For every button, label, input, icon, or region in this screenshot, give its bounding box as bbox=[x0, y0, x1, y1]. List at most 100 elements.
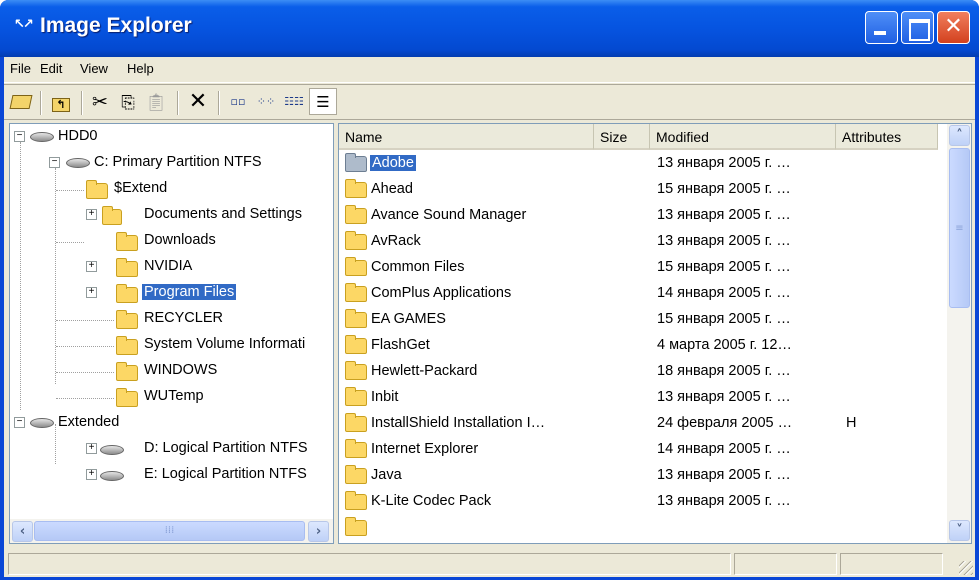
file-name: Hewlett-Packard bbox=[371, 363, 478, 379]
list-item[interactable]: InstallShield Installation I… 24 февраля … bbox=[339, 411, 948, 437]
collapse-icon[interactable]: − bbox=[14, 131, 25, 142]
expand-icon[interactable]: + bbox=[86, 287, 97, 298]
scroll-thumb[interactable]: ⁞⁞⁞ bbox=[34, 521, 305, 541]
list-item[interactable]: K-Lite Codec Pack 13 января 2005 г. … bbox=[339, 489, 948, 515]
tree-label: System Volume Informati bbox=[144, 336, 306, 352]
menu-help[interactable]: Help bbox=[127, 61, 154, 76]
folder-icon bbox=[345, 517, 367, 536]
tree-item-folder[interactable]: $Extend bbox=[14, 178, 334, 204]
tree-item-folder[interactable]: + Documents and Settings bbox=[14, 204, 334, 230]
menu-view[interactable]: View bbox=[80, 61, 108, 76]
file-modified: 13 января 2005 г. … bbox=[657, 233, 791, 249]
resize-grip[interactable] bbox=[959, 561, 973, 575]
status-panel bbox=[840, 553, 943, 575]
tree-item-folder[interactable]: + NVIDIA bbox=[14, 256, 334, 282]
list-item[interactable]: Avance Sound Manager 13 января 2005 г. … bbox=[339, 203, 948, 229]
menu-file[interactable]: File bbox=[10, 61, 31, 76]
tree-item-extended[interactable]: − Extended bbox=[14, 412, 334, 438]
menu-edit[interactable]: Edit bbox=[40, 61, 62, 76]
minimize-icon bbox=[866, 12, 897, 43]
open-folder-icon bbox=[9, 95, 33, 109]
tree-item-folder[interactable]: Downloads bbox=[14, 230, 334, 256]
file-name: EA GAMES bbox=[371, 311, 446, 327]
expand-icon[interactable]: + bbox=[86, 261, 97, 272]
list-vertical-scrollbar[interactable]: ˄ ≡ ˅ bbox=[947, 124, 971, 543]
open-button[interactable] bbox=[7, 88, 35, 115]
file-name: InstallShield Installation I… bbox=[371, 415, 546, 431]
up-folder-icon: ↰ bbox=[52, 98, 70, 112]
list-item[interactable]: Common Files 15 января 2005 г. … bbox=[339, 255, 948, 281]
list-item[interactable]: ComPlus Applications 14 января 2005 г. … bbox=[339, 281, 948, 307]
tree-horizontal-scrollbar[interactable]: ‹ ⁞⁞⁞ › bbox=[10, 519, 333, 543]
file-modified: 13 января 2005 г. … bbox=[657, 207, 791, 223]
scroll-up-button[interactable]: ˄ bbox=[949, 125, 970, 146]
file-modified: 18 января 2005 г. … bbox=[657, 363, 791, 379]
tree-item-hdd0[interactable]: − HDD0 bbox=[14, 126, 314, 152]
folder-tree[interactable]: − HDD0 − C: Primary Partition NTFS $Exte… bbox=[9, 123, 334, 544]
expand-icon[interactable]: + bbox=[86, 443, 97, 454]
delete-button[interactable]: ✕ bbox=[184, 88, 212, 115]
file-list[interactable]: Name Size Modified Attributes Adobe 13 ян… bbox=[338, 123, 972, 544]
file-name: Ahead bbox=[371, 181, 413, 197]
copy-button[interactable]: ⎘ bbox=[114, 88, 142, 115]
list-item[interactable]: FlashGet 4 марта 2005 г. 12… bbox=[339, 333, 948, 359]
tree-label: D: Logical Partition NTFS bbox=[144, 440, 308, 456]
scroll-down-button[interactable]: ˅ bbox=[949, 520, 970, 541]
collapse-icon[interactable]: − bbox=[49, 157, 60, 168]
close-button[interactable]: ✕ bbox=[937, 11, 970, 44]
column-header-size[interactable]: Size bbox=[594, 124, 650, 150]
tree-item-folder[interactable]: RECYCLER bbox=[14, 308, 334, 334]
large-icons-button[interactable]: ▫▫ bbox=[224, 88, 252, 115]
folder-icon bbox=[345, 309, 367, 328]
tree-label: HDD0 bbox=[58, 128, 98, 144]
window-title: Image Explorer bbox=[40, 14, 192, 37]
folder-icon bbox=[345, 179, 367, 198]
list-item-partial[interactable] bbox=[339, 515, 948, 541]
tree-label: Documents and Settings bbox=[144, 206, 302, 222]
tree-label: Extended bbox=[58, 414, 120, 430]
list-item[interactable]: Ahead 15 января 2005 г. … bbox=[339, 177, 948, 203]
list-item[interactable]: EA GAMES 15 января 2005 г. … bbox=[339, 307, 948, 333]
file-modified: 4 марта 2005 г. 12… bbox=[657, 337, 792, 353]
tree-item-folder[interactable]: WINDOWS bbox=[14, 360, 334, 386]
collapse-icon[interactable]: − bbox=[14, 417, 25, 428]
list-item[interactable]: AvRack 13 января 2005 г. … bbox=[339, 229, 948, 255]
title-bar[interactable]: ↖↗ Image Explorer ✕ bbox=[0, 0, 979, 57]
scroll-right-button[interactable]: › bbox=[308, 521, 329, 542]
up-folder-button[interactable]: ↰ bbox=[47, 88, 75, 115]
cut-button[interactable]: ✂ bbox=[86, 88, 114, 115]
small-icons-button[interactable]: ⁘⁘ bbox=[252, 88, 280, 115]
tree-item-folder[interactable]: WUTemp bbox=[14, 386, 334, 412]
scroll-thumb[interactable]: ≡ bbox=[949, 148, 970, 308]
folder-icon bbox=[345, 153, 367, 172]
expand-icon[interactable]: + bbox=[86, 209, 97, 220]
partition-icon bbox=[100, 471, 124, 481]
details-view-icon: ☰ bbox=[316, 93, 330, 111]
tree-item-logical-d[interactable]: + D: Logical Partition NTFS bbox=[14, 438, 334, 464]
folder-icon bbox=[345, 335, 367, 354]
tree-item-primary-partition[interactable]: − C: Primary Partition NTFS bbox=[14, 152, 334, 178]
maximize-button[interactable] bbox=[901, 11, 934, 44]
list-view-button[interactable]: ☷☷ bbox=[280, 88, 308, 115]
tree-item-logical-e[interactable]: + E: Logical Partition NTFS bbox=[14, 464, 334, 490]
partition-icon bbox=[100, 445, 124, 455]
tree-item-folder[interactable]: System Volume Informati bbox=[14, 334, 334, 360]
folder-icon bbox=[116, 284, 138, 303]
file-name: Common Files bbox=[371, 259, 465, 275]
list-item[interactable]: Hewlett-Packard 18 января 2005 г. … bbox=[339, 359, 948, 385]
file-name: AvRack bbox=[371, 233, 421, 249]
minimize-button[interactable] bbox=[865, 11, 898, 44]
scroll-left-button[interactable]: ‹ bbox=[12, 521, 33, 542]
expand-icon[interactable]: + bbox=[86, 469, 97, 480]
column-header-attributes[interactable]: Attributes bbox=[836, 124, 938, 150]
paste-button[interactable]: 📋︎ bbox=[142, 88, 170, 115]
list-item[interactable]: Java 13 января 2005 г. … bbox=[339, 463, 948, 489]
column-header-name[interactable]: Name bbox=[339, 124, 594, 150]
tree-connector bbox=[56, 190, 84, 191]
list-item[interactable]: Adobe 13 января 2005 г. … bbox=[339, 151, 948, 177]
details-view-button[interactable]: ☰ bbox=[309, 88, 337, 115]
list-item[interactable]: Internet Explorer 14 января 2005 г. … bbox=[339, 437, 948, 463]
column-header-modified[interactable]: Modified bbox=[650, 124, 836, 150]
tree-item-folder[interactable]: + Program Files bbox=[14, 282, 334, 308]
list-item[interactable]: Inbit 13 января 2005 г. … bbox=[339, 385, 948, 411]
